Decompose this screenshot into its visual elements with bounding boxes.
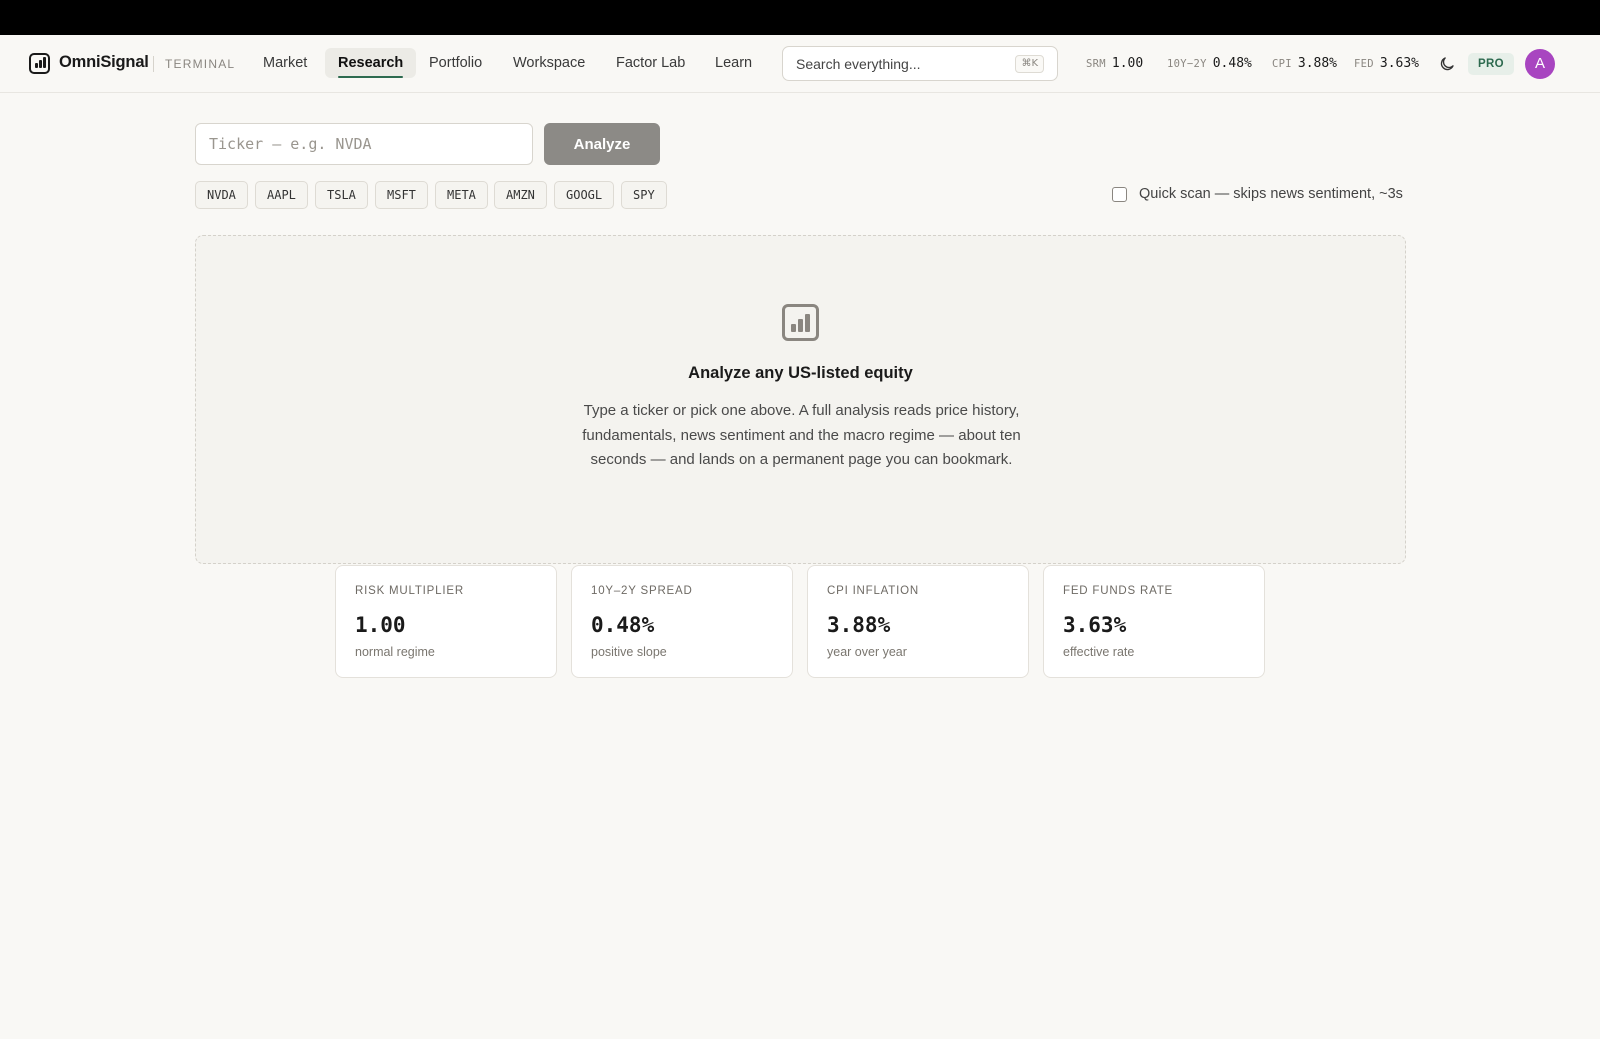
- nav-item-portfolio[interactable]: Portfolio: [416, 48, 495, 78]
- user-avatar[interactable]: A: [1525, 49, 1555, 79]
- nav-item-research[interactable]: Research: [325, 48, 417, 78]
- card-label: RISK MULTIPLIER: [355, 585, 464, 597]
- quick-pick-chip[interactable]: META: [435, 181, 488, 209]
- ticker-fed[interactable]: FED 3.63%: [1354, 56, 1419, 71]
- card-subtext: positive slope: [591, 645, 667, 659]
- ticker-srm[interactable]: SRM 1.00: [1086, 56, 1143, 71]
- macro-card-fed-funds-rate: FED FUNDS RATE 3.63% effective rate: [1043, 565, 1265, 678]
- brand-divider: [153, 56, 154, 72]
- quick-scan-toggle[interactable]: Quick scan — skips news sentiment, ~3s: [1112, 186, 1403, 202]
- quick-pick-chip[interactable]: SPY: [621, 181, 667, 209]
- nav-item-factor-lab[interactable]: Factor Lab: [603, 48, 698, 78]
- app-header: OmniSignal TERMINAL Market Research Port…: [0, 35, 1600, 93]
- ticker-value: 3.88%: [1297, 56, 1338, 71]
- quick-pick-chip[interactable]: AMZN: [494, 181, 547, 209]
- empty-state-panel: Analyze any US-listed equity Type a tick…: [195, 235, 1406, 564]
- plan-badge[interactable]: PRO: [1468, 53, 1514, 75]
- quick-pick-chip[interactable]: NVDA: [195, 181, 248, 209]
- analyze-button[interactable]: Analyze: [544, 123, 660, 165]
- global-search-input[interactable]: Search everything... ⌘K: [782, 46, 1058, 81]
- macro-card-risk-multiplier: RISK MULTIPLIER 1.00 normal regime: [335, 565, 557, 678]
- card-label: CPI INFLATION: [827, 585, 919, 597]
- card-value: 1.00: [355, 613, 406, 637]
- card-label: 10Y–2Y SPREAD: [591, 585, 693, 597]
- quick-pick-chip[interactable]: MSFT: [375, 181, 428, 209]
- card-value: 3.88%: [827, 613, 891, 637]
- search-placeholder: Search everything...: [796, 56, 921, 72]
- macro-card-yield-spread: 10Y–2Y SPREAD 0.48% positive slope: [571, 565, 793, 678]
- quick-pick-chip[interactable]: TSLA: [315, 181, 368, 209]
- quick-scan-checkbox[interactable]: [1112, 186, 1127, 202]
- ticker-label: 10Y−2Y: [1167, 58, 1207, 70]
- logo-icon[interactable]: [29, 53, 50, 74]
- ticker-label: FED: [1354, 58, 1374, 70]
- quick-pick-chip[interactable]: AAPL: [255, 181, 308, 209]
- card-label: FED FUNDS RATE: [1063, 585, 1174, 597]
- nav-item-learn[interactable]: Learn: [702, 48, 765, 78]
- ticker-10y-2y[interactable]: 10Y−2Y 0.48%: [1167, 56, 1252, 71]
- ticker-value: 3.63%: [1379, 56, 1420, 71]
- quick-scan-label: Quick scan — skips news sentiment, ~3s: [1139, 186, 1403, 202]
- bar-chart-icon: [782, 304, 819, 341]
- card-subtext: normal regime: [355, 645, 435, 659]
- nav-item-workspace[interactable]: Workspace: [500, 48, 598, 78]
- ticker-value: 1.00: [1111, 56, 1144, 71]
- quick-pick-chip[interactable]: GOOGL: [554, 181, 615, 209]
- empty-state-description: Type a ticker or pick one above. A full …: [582, 402, 1021, 468]
- moon-icon[interactable]: [1438, 55, 1456, 73]
- ticker-label: CPI: [1272, 58, 1292, 70]
- search-shortcut-badge: ⌘K: [1015, 55, 1044, 73]
- card-subtext: effective rate: [1063, 645, 1135, 659]
- empty-state-title: Analyze any US-listed equity: [688, 364, 913, 382]
- ticker-cpi[interactable]: CPI 3.88%: [1272, 56, 1337, 71]
- card-subtext: year over year: [827, 645, 907, 659]
- ticker-input[interactable]: [195, 123, 533, 165]
- brand-subtitle: TERMINAL: [165, 57, 236, 71]
- card-value: 3.63%: [1063, 613, 1127, 637]
- ticker-label: SRM: [1086, 58, 1106, 70]
- macro-card-cpi-inflation: CPI INFLATION 3.88% year over year: [807, 565, 1029, 678]
- window-top-bar: [0, 0, 1600, 35]
- card-value: 0.48%: [591, 613, 655, 637]
- ticker-value: 0.48%: [1212, 56, 1252, 71]
- nav-item-market[interactable]: Market: [250, 48, 320, 78]
- brand-name[interactable]: OmniSignal: [59, 53, 149, 72]
